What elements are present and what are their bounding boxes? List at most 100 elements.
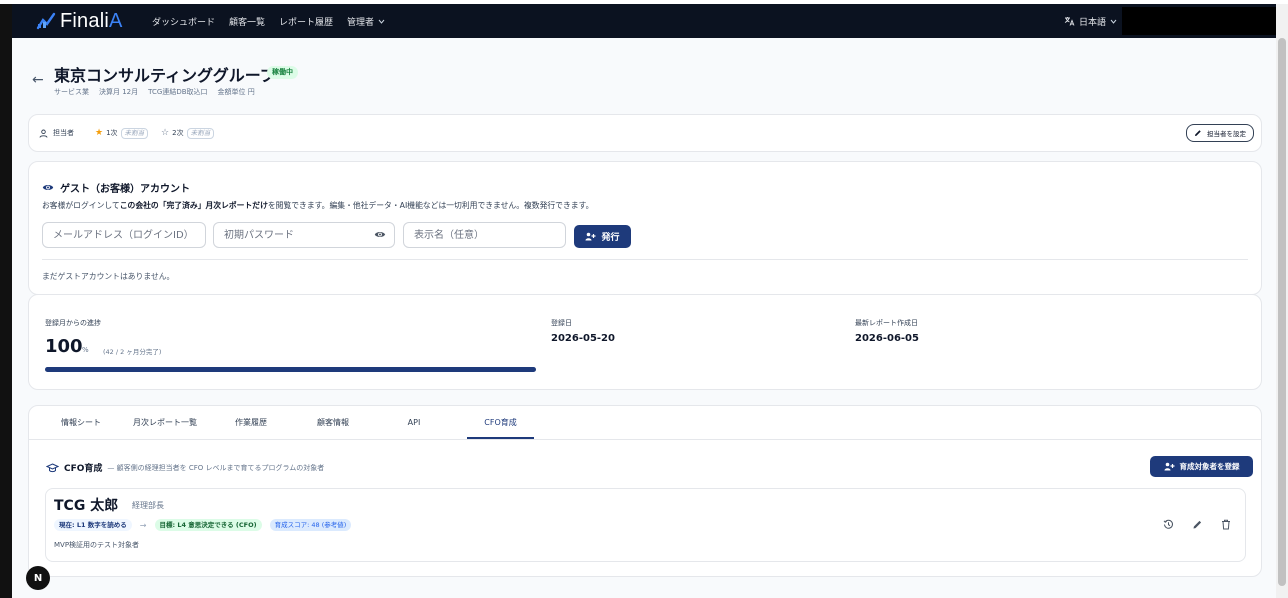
secondary-unassigned: 未割当 [186,127,215,139]
logo-icon [36,12,56,30]
assignee-primary: ★ 1次 未割当 [95,127,149,139]
issue-button-label: 発行 [601,233,620,243]
progress-label: 登録月からの進捗 [45,319,101,327]
assignee-secondary: ☆ 2次 未割当 [161,127,215,139]
star-outline-icon: ☆ [161,128,170,138]
show-password-eye-icon[interactable] [374,230,386,239]
guest-account-card: ゲスト（お客様）アカウント お客様がログインしてこの会社の「完了済み」月次レポー… [28,161,1262,295]
progress-value: 100 [45,336,83,357]
progress-detail: (42 / 2 ヶ月分完了) [103,348,162,356]
email-field[interactable] [42,222,206,248]
trainee-actions [1163,519,1231,530]
user-menu-redacted[interactable] [1122,7,1276,35]
language-label: 日本語 [1079,17,1107,28]
cfo-title: CFO育成 [64,464,103,474]
trainee-role: 経理部長 [132,501,164,510]
display-name-input[interactable] [404,223,565,248]
latest-report-date: 2026-06-05 [855,333,919,344]
chevron-down-icon [1110,19,1117,24]
progress-bar [45,367,536,372]
history-icon[interactable] [1163,519,1174,530]
nav-admin-menu[interactable]: 管理者 [347,15,385,28]
current-level-badge: 現在: L1 数字を読める [54,519,132,531]
meta-currency-unit: 金額単位 円 [217,88,255,96]
eye-icon [42,185,54,190]
trainee-note: MVP検証用のテスト対象者 [54,541,140,549]
main-nav: ダッシュボード 顧客一覧 レポート履歴 管理者 [152,4,385,38]
person-icon [39,129,48,138]
secondary-label: 2次 [172,129,184,137]
tab-bar: 情報シート 月次レポート一覧 作業履歴 顧客情報 API CFO育成 [29,406,1261,440]
app-page: FinaliA ダッシュボード 顧客一覧 レポート履歴 管理者 日本語 ← 東京… [12,4,1276,598]
set-assignee-button[interactable]: 担当者を設定 [1186,124,1254,142]
goal-level-badge: 目標: L4 意思決定できる (CFO) [154,519,262,531]
company-meta: サービス業 決算月 12月 TCG連結DB取込口 金額単位 円 [54,87,255,97]
progress-card: 登録月からの進捗 100 % (42 / 2 ヶ月分完了) 登録日 2026-0… [28,294,1262,390]
assignee-card: 担当者 ★ 1次 未割当 ☆ 2次 未割当 担当者を設定 [28,114,1262,152]
vertical-scrollbar[interactable] [1276,4,1288,598]
display-name-field[interactable] [403,222,566,248]
nav-report-history[interactable]: レポート履歴 [279,15,333,28]
scrollbar-thumb[interactable] [1278,38,1286,586]
nav-dashboard[interactable]: ダッシュボード [152,15,215,28]
logo-text: FinaliA [60,10,123,32]
n-floating-badge[interactable]: N [26,566,50,590]
language-selector[interactable]: 日本語 [1064,4,1117,38]
primary-unassigned: 未割当 [120,127,149,139]
status-badge: 稼働中 [267,66,298,79]
register-trainee-label: 育成対象者を登録 [1179,462,1240,471]
meta-fiscal-month: 決算月 12月 [99,88,139,96]
top-nav-bar: FinaliA ダッシュボード 顧客一覧 レポート履歴 管理者 日本語 [12,4,1276,38]
logo[interactable]: FinaliA [36,10,123,32]
tab-monthly-reports[interactable]: 月次レポート一覧 [127,406,203,439]
training-score-badge: 育成スコア: 48 (参考値) [269,519,352,531]
window-frame [0,0,12,598]
cfo-description: — 顧客側の経理担当者を CFO レベルまで育てるプログラムの対象者 [107,463,325,472]
company-name: 東京コンサルティンググループ [54,66,276,85]
tab-work-history[interactable]: 作業履歴 [229,406,273,439]
active-tab-indicator [467,437,534,439]
tab-info-sheet[interactable]: 情報シート [53,406,109,439]
chevron-down-icon [378,19,385,24]
arrow-right-icon: → [139,520,147,530]
trainee-levels: 現在: L1 数字を読める → 目標: L4 意思決定できる (CFO) 育成ス… [54,519,352,531]
edit-pencil-icon[interactable] [1192,519,1203,530]
guest-title: ゲスト（お客様）アカウント [42,180,190,195]
registered-label: 登録日 [551,319,572,327]
password-input[interactable] [214,223,394,248]
set-assignee-label: 担当者を設定 [1207,130,1246,138]
assignee-row: 担当者 ★ 1次 未割当 ☆ 2次 未割当 [39,115,215,151]
meta-data-source: TCG連結DB取込口 [148,88,208,96]
star-filled-icon: ★ [95,128,104,138]
guest-description: お客様がログインしてこの会社の「完了済み」月次レポートだけを閲覧できます。編集・… [42,201,594,210]
trainee-name: TCG 太郎 [54,498,119,514]
cfo-section-header: CFO育成 — 顧客側の経理担当者を CFO レベルまで育てるプログラムの対象者 [46,461,324,474]
tab-client-info[interactable]: 顧客情報 [311,406,355,439]
pencil-icon [1195,130,1201,136]
trainee-card: TCG 太郎 経理部長 現在: L1 数字を読める → 目標: L4 意思決定で… [45,488,1246,562]
nav-admin-label: 管理者 [347,17,375,28]
nav-clients[interactable]: 顧客一覧 [229,15,265,28]
add-user-icon [1164,462,1174,471]
assignee-label: 担当者 [53,129,74,137]
latest-report-label: 最新レポート作成日 [855,319,918,327]
tab-api[interactable]: API [399,406,429,439]
progress-bar-fill [45,367,536,372]
email-input[interactable] [43,223,205,248]
guest-empty-state: まだゲストアカウントはありません。 [42,272,175,281]
graduation-cap-icon [46,462,59,472]
tabs-card: 情報シート 月次レポート一覧 作業履歴 顧客情報 API CFO育成 CFO育成… [28,405,1262,577]
add-user-icon [585,232,596,241]
registered-date: 2026-05-20 [551,333,615,344]
issue-button[interactable]: 発行 [574,225,631,248]
guest-title-text: ゲスト（お客様）アカウント [60,184,190,195]
register-trainee-button[interactable]: 育成対象者を登録 [1150,456,1253,477]
tab-cfo-training[interactable]: CFO育成 [467,406,534,439]
delete-trash-icon[interactable] [1221,519,1231,530]
password-field[interactable] [213,222,395,248]
divider [42,259,1248,260]
primary-label: 1次 [106,129,118,137]
translate-icon [1064,17,1075,26]
meta-industry: サービス業 [54,88,89,96]
back-arrow-icon[interactable]: ← [32,72,44,88]
